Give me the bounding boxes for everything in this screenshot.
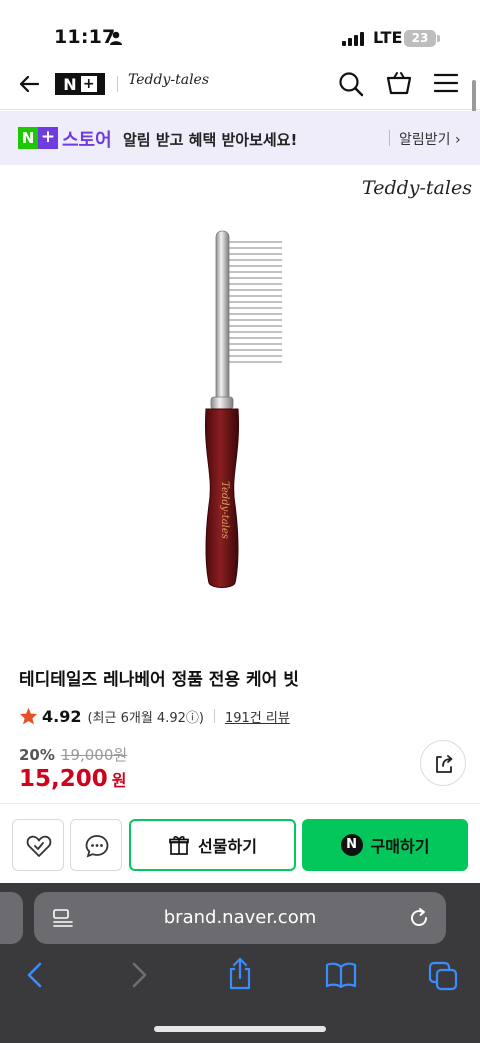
network-label: LTE (373, 28, 403, 47)
banner-store-label: 스토어 (62, 130, 112, 151)
browser-toolbar: brand.naver.com (0, 883, 480, 1043)
discount-row: 20% 19,000원 (19, 744, 127, 765)
product-title: 테디테일즈 레나베어 정품 전용 케어 빗 (19, 670, 299, 690)
brand-logo[interactable]: Teddy-tales (128, 72, 209, 88)
person-icon (110, 31, 122, 45)
svg-text:Teddy-tales: Teddy-tales (219, 481, 230, 539)
wishlist-button[interactable] (12, 819, 64, 871)
naver-plus-logo[interactable]: N + (55, 73, 105, 95)
gift-icon (169, 836, 189, 855)
chat-icon (85, 835, 109, 858)
notify-button[interactable]: 알림받기 › (399, 129, 461, 149)
battery-level: 23 (411, 31, 429, 45)
url-text: brand.naver.com (163, 907, 317, 928)
naver-plus-badge: N + (18, 127, 58, 149)
notification-banner[interactable]: N + 스토어 알림 받고 혜택 받아보세요! 알림받기 › (0, 111, 480, 165)
heart-icon (26, 835, 52, 857)
banner-divider (389, 130, 390, 146)
gift-button[interactable]: 선물하기 (129, 819, 296, 871)
naver-pay-icon: N (340, 834, 363, 856)
share-sheet-icon[interactable] (226, 957, 254, 991)
sale-price-row: 15,200 원 (19, 766, 127, 792)
logo-plus: + (80, 76, 97, 92)
browser-back-icon[interactable] (24, 961, 46, 989)
browser-forward-icon[interactable] (128, 961, 150, 989)
rating-row: 4.92 (최근 6개월 4.92ⓘ) 191건 리뷰 (19, 705, 290, 727)
reload-icon[interactable] (408, 907, 430, 929)
badge-plus: + (38, 127, 58, 149)
home-indicator (154, 1026, 326, 1032)
bookmarks-icon[interactable] (325, 961, 357, 989)
product-image[interactable]: Teddy-tales Teddy-tales (0, 165, 480, 645)
logo-n: N (63, 74, 77, 94)
search-icon[interactable] (337, 70, 365, 98)
rating-score: 4.92 (42, 706, 82, 726)
address-bar[interactable]: brand.naver.com (34, 892, 446, 944)
share-icon (436, 755, 453, 773)
sale-price: 15,200 (19, 766, 108, 792)
currency-label: 원 (111, 771, 127, 790)
rating-recent[interactable]: (최근 6개월 4.92ⓘ) (87, 707, 203, 726)
tabs-icon[interactable] (428, 961, 458, 991)
back-arrow-icon[interactable] (17, 72, 41, 96)
gift-label: 선물하기 (198, 837, 257, 856)
menu-icon[interactable] (433, 72, 459, 94)
buy-button[interactable]: N 구매하기 (302, 819, 468, 871)
status-bar: 11:17 LTE 23 (0, 0, 480, 62)
badge-n: N (18, 127, 38, 149)
nav-divider (117, 76, 118, 92)
chat-button[interactable] (70, 819, 122, 871)
original-price: 19,000원 (60, 746, 128, 764)
share-button[interactable] (420, 740, 466, 786)
nav-header: N + Teddy-tales (0, 62, 480, 130)
reviews-link[interactable]: 191건 리뷰 (225, 707, 290, 726)
signal-icon (342, 32, 364, 46)
buy-label: 구매하기 (370, 837, 430, 856)
discount-rate: 20% (19, 745, 55, 764)
rating-divider (213, 709, 215, 723)
purchase-action-bar: 선물하기 N 구매하기 (0, 803, 480, 883)
previous-tab-peek[interactable] (0, 892, 23, 944)
battery-cap (437, 35, 440, 42)
cart-icon[interactable] (385, 70, 413, 98)
battery-icon: 23 (404, 30, 436, 47)
comb-illustration: Teddy-tales (204, 230, 282, 588)
status-time: 11:17 (54, 26, 116, 48)
star-icon (19, 707, 38, 725)
banner-message: 알림 받고 혜택 받아보세요! (123, 131, 298, 149)
